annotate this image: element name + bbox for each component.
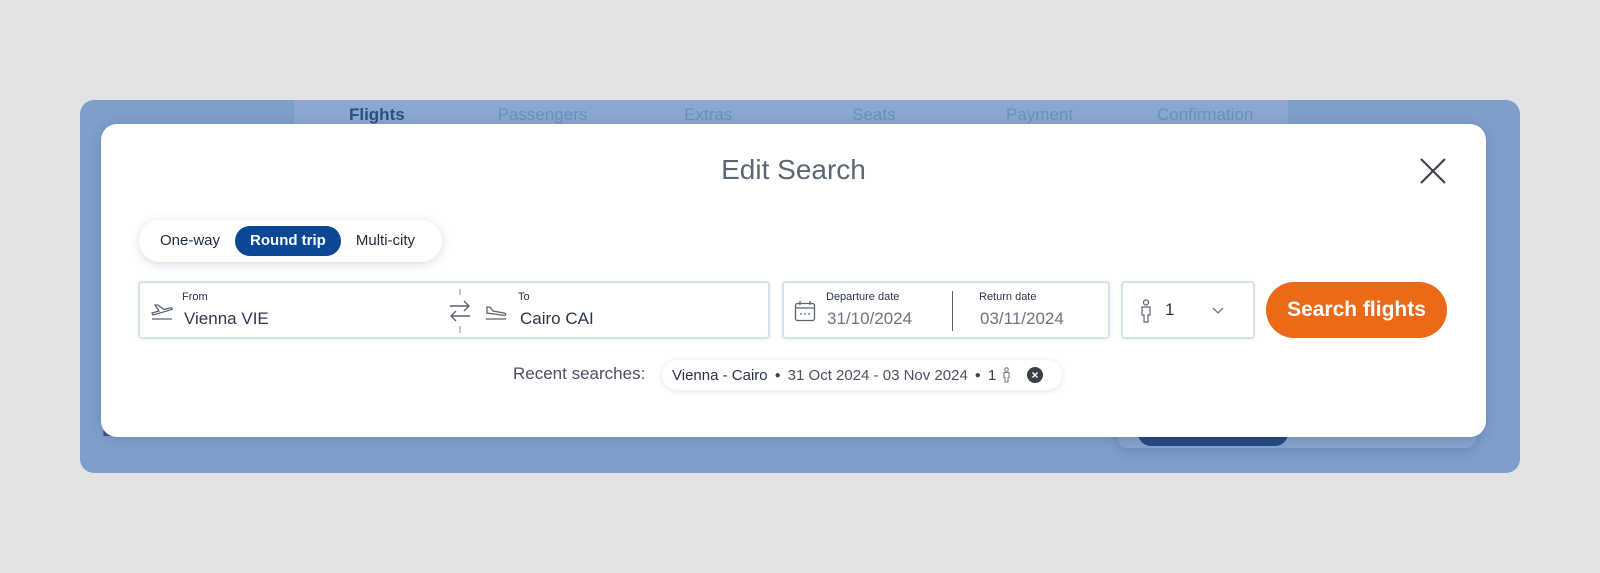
separator-dot: ●	[774, 369, 781, 381]
trip-option-one-way[interactable]: One-way	[145, 226, 235, 256]
chevron-down-icon	[1212, 307, 1224, 314]
departure-date-label: Departure date	[826, 291, 900, 303]
modal-title: Edit Search	[721, 154, 866, 185]
landing-icon	[486, 306, 507, 320]
close-icon	[1032, 372, 1039, 378]
separator-dot: ●	[974, 369, 981, 381]
recent-searches-label: Recent searches:	[513, 364, 646, 383]
from-field[interactable]: From Vienna VIE	[140, 283, 440, 337]
person-icon	[1141, 299, 1151, 323]
passengers-selector[interactable]: 1	[1121, 281, 1255, 339]
close-icon	[1420, 158, 1446, 184]
return-date-field[interactable]: Return date 03/11/2024	[954, 283, 1108, 337]
to-field[interactable]: To Cairo CAI	[478, 283, 768, 337]
return-date-label: Return date	[979, 291, 1037, 303]
swap-button[interactable]	[445, 289, 475, 333]
trip-option-round-trip[interactable]: Round trip	[235, 226, 341, 256]
to-value: Cairo CAI	[520, 309, 594, 328]
route-field: From Vienna VIE To Cairo CAI	[138, 281, 770, 339]
edit-search-modal: Edit Search One-way Round trip Multi-cit…	[101, 124, 1486, 437]
close-button[interactable]	[1418, 156, 1448, 186]
departure-date-field[interactable]: Departure date 31/10/2024	[784, 283, 950, 337]
calendar-icon	[794, 301, 816, 322]
remove-recent-search-button[interactable]	[1027, 367, 1044, 383]
from-label: From	[182, 291, 208, 303]
person-icon	[1003, 367, 1010, 383]
recent-search-route: Vienna - Cairo	[672, 366, 768, 384]
trip-option-multi-city[interactable]: Multi-city	[341, 226, 430, 256]
recent-search-passengers: 1	[987, 366, 997, 384]
passenger-count: 1	[1165, 300, 1175, 319]
return-date-value: 03/11/2024	[980, 309, 1064, 328]
search-flights-button[interactable]: Search flights	[1266, 282, 1447, 338]
departure-date-value: 31/10/2024	[827, 309, 913, 328]
from-value: Vienna VIE	[184, 309, 269, 328]
dates-field: Departure date 31/10/2024 Return date 03…	[782, 281, 1110, 339]
trip-type-toggle: One-way Round trip Multi-city	[139, 220, 442, 262]
recent-search-dates: 31 Oct 2024 - 03 Nov 2024	[787, 366, 968, 384]
date-divider	[952, 291, 953, 331]
takeoff-icon	[151, 304, 173, 320]
to-label: To	[518, 291, 530, 303]
recent-search-chip[interactable]: Vienna - Cairo ● 31 Oct 2024 - 03 Nov 20…	[662, 360, 1062, 390]
swap-arrows-icon	[450, 289, 470, 333]
